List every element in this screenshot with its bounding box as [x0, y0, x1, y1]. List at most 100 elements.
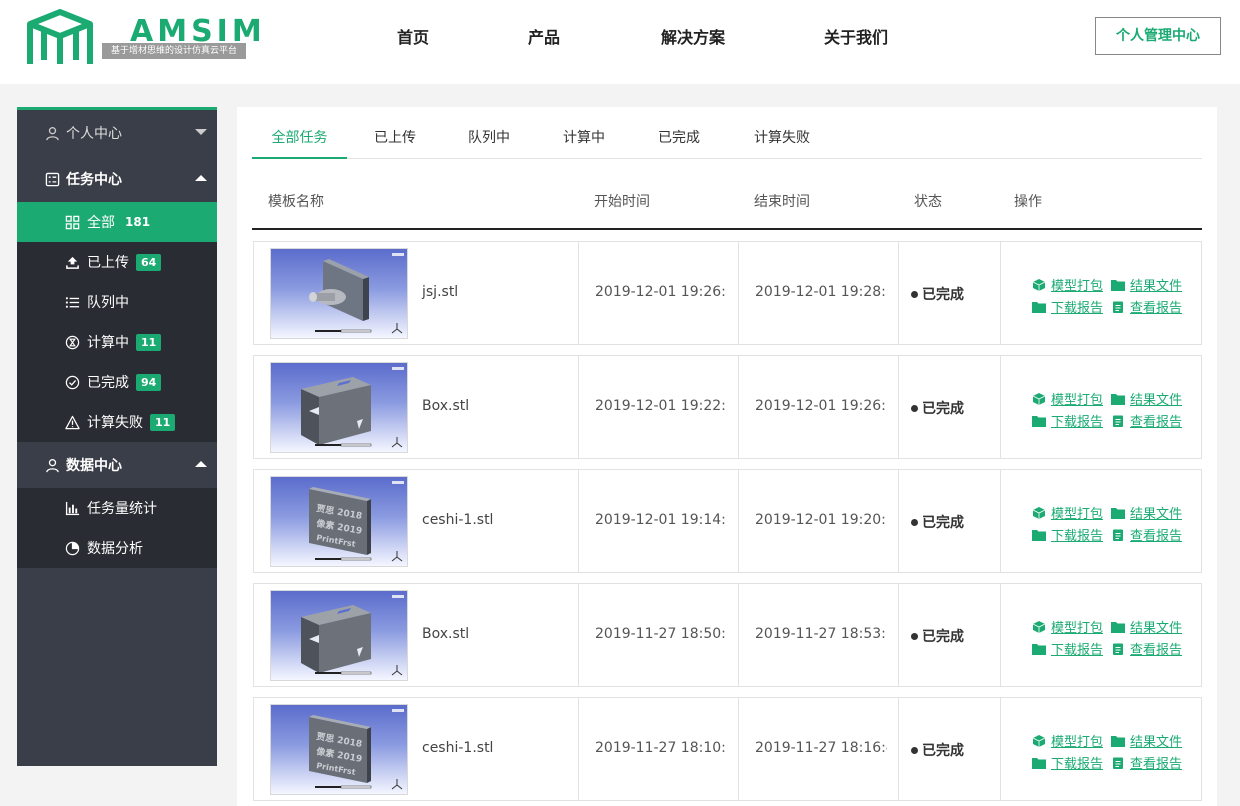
table-row: Box.stl 2019-11-27 18:50:12 2019-11-27 1…	[253, 583, 1202, 687]
sidebar-item-computing[interactable]: 计算中 11	[17, 322, 217, 362]
model-thumbnail[interactable]	[270, 362, 408, 453]
tab-queued[interactable]: 队列中	[456, 122, 522, 159]
sidebar-group-personal[interactable]: 个人中心	[17, 110, 217, 156]
tab-computing[interactable]: 计算中	[551, 122, 617, 159]
tab-failed[interactable]: 计算失败	[742, 122, 822, 159]
sidebar-group-label: 任务中心	[66, 172, 122, 188]
folder-icon	[1032, 643, 1046, 655]
nav-solutions[interactable]: 解决方案	[661, 24, 725, 48]
model-pack-link[interactable]: 模型打包	[1032, 389, 1103, 408]
download-report-link[interactable]: 下载报告	[1032, 753, 1103, 772]
model-pack-link[interactable]: 模型打包	[1032, 503, 1103, 522]
status-text: 已完成	[922, 743, 964, 759]
result-files-link[interactable]: 结果文件	[1111, 275, 1182, 294]
download-report-link[interactable]: 下载报告	[1032, 411, 1103, 430]
view-report-link[interactable]: 查看报告	[1111, 411, 1182, 430]
end-time: 2019-12-01 19:28:…	[755, 284, 887, 300]
table-row: Box.stl 2019-12-01 19:22:… 2019-12-01 19…	[253, 355, 1202, 459]
sidebar-item-data-analysis[interactable]: 数据分析	[17, 528, 217, 568]
template-name: ceshi-1.stl	[422, 740, 494, 756]
model-preview-image	[301, 595, 404, 676]
view-report-link[interactable]: 查看报告	[1111, 297, 1182, 316]
actions-cell: 模型打包 结果文件 下载报告 查看报告	[1000, 698, 1202, 800]
folder-icon	[1032, 301, 1046, 313]
sidebar-item-uploaded[interactable]: 已上传 64	[17, 242, 217, 282]
brand-subtitle: 基于增材思维的设计仿真云平台	[102, 43, 246, 59]
status-cell: 已完成	[898, 470, 1000, 572]
clipboard-icon	[1113, 643, 1123, 655]
folder-icon	[1111, 735, 1125, 747]
sidebar-item-completed[interactable]: 已完成 94	[17, 362, 217, 402]
folder-icon	[1111, 393, 1125, 405]
model-preview-image: 贾思 2018像素 2019PrintFrst	[309, 481, 404, 562]
personal-management-button[interactable]: 个人管理中心	[1095, 17, 1221, 55]
chevron-down-icon	[195, 129, 207, 135]
result-files-link[interactable]: 结果文件	[1111, 503, 1182, 522]
user-icon	[44, 125, 60, 141]
tab-uploaded[interactable]: 已上传	[362, 122, 428, 159]
start-time-cell: 2019-12-01 19:22:…	[578, 356, 738, 458]
actions-cell: 模型打包 结果文件 下载报告 查看报告	[1000, 356, 1202, 458]
chevron-up-icon	[195, 461, 207, 467]
start-time-cell: 2019-12-01 19:14:…	[578, 470, 738, 572]
sidebar-item-label: 已上传	[87, 255, 129, 271]
count-badge: 11	[136, 333, 162, 351]
model-thumbnail[interactable]: 贾思 2018 像素 2019 PrintFrst	[270, 704, 408, 795]
actions-cell: 模型打包 结果文件 下载报告 查看报告	[1000, 470, 1202, 572]
sidebar-item-all[interactable]: 全部 181	[17, 202, 217, 242]
result-files-link[interactable]: 结果文件	[1111, 731, 1182, 750]
status-badge: 已完成	[911, 740, 964, 760]
sidebar-item-label: 数据分析	[87, 541, 143, 557]
start-time: 2019-12-01 19:26:…	[595, 284, 727, 300]
hourglass-icon	[64, 334, 80, 350]
nav-about[interactable]: 关于我们	[824, 24, 888, 48]
status-badge: 已完成	[911, 626, 964, 646]
cube-icon	[1032, 620, 1046, 633]
start-time-cell: 2019-11-27 18:50:12	[578, 584, 738, 686]
view-report-link[interactable]: 查看报告	[1111, 753, 1182, 772]
status-tabs: 全部任务 已上传 队列中 计算中 已完成 计算失败	[252, 122, 1202, 159]
nav-products[interactable]: 产品	[528, 24, 560, 48]
table-row: 贾思 2018 像素 2019 PrintFrst ceshi-1.stl 2019…	[253, 697, 1202, 801]
status-dot-icon	[911, 404, 918, 412]
model-pack-link[interactable]: 模型打包	[1032, 617, 1103, 636]
grid-icon	[64, 214, 80, 230]
sidebar-item-task-stats[interactable]: 任务量统计	[17, 488, 217, 528]
model-thumbnail[interactable]: 贾思 2018 像素 2019 PrintFrst	[270, 476, 408, 567]
download-report-link[interactable]: 下载报告	[1032, 639, 1103, 658]
model-thumbnail[interactable]	[270, 248, 408, 339]
top-header: AMSIM 基于增材思维的设计仿真云平台 首页 产品 解决方案 关于我们 个人管…	[0, 0, 1240, 84]
sidebar-group-data[interactable]: 数据中心	[17, 442, 217, 488]
status-text: 已完成	[922, 401, 964, 417]
model-preview-image: 贾思 2018像素 2019PrintFrst	[309, 709, 404, 790]
model-pack-link[interactable]: 模型打包	[1032, 731, 1103, 750]
status-cell: 已完成	[898, 242, 1000, 344]
table-row: 贾思 2018 像素 2019 PrintFrst ceshi-1.stl 2019…	[253, 469, 1202, 573]
sidebar-group-task[interactable]: 任务中心	[17, 156, 217, 202]
end-time: 2019-12-01 19:26:…	[755, 398, 887, 414]
view-report-link[interactable]: 查看报告	[1111, 525, 1182, 544]
nav-home[interactable]: 首页	[397, 24, 429, 48]
brand-logo[interactable]: AMSIM 基于增材思维的设计仿真云平台	[26, 8, 262, 68]
view-report-link[interactable]: 查看报告	[1111, 639, 1182, 658]
sidebar-group-label: 个人中心	[66, 126, 122, 142]
task-icon	[44, 171, 60, 187]
sidebar-item-queued[interactable]: 队列中	[17, 282, 217, 322]
task-panel: 全部任务 已上传 队列中 计算中 已完成 计算失败 模板名称 开始时间 结束时间…	[237, 107, 1217, 806]
sidebar-item-failed[interactable]: 计算失败 11	[17, 402, 217, 442]
user-icon	[44, 457, 60, 473]
result-files-link[interactable]: 结果文件	[1111, 389, 1182, 408]
result-files-link[interactable]: 结果文件	[1111, 617, 1182, 636]
folder-icon	[1032, 529, 1046, 541]
start-time: 2019-12-01 19:14:…	[595, 512, 727, 528]
table-row: jsj.stl 2019-12-01 19:26:… 2019-12-01 19…	[253, 241, 1202, 345]
model-pack-link[interactable]: 模型打包	[1032, 275, 1103, 294]
tab-all-tasks[interactable]: 全部任务	[252, 122, 347, 159]
download-report-link[interactable]: 下载报告	[1032, 297, 1103, 316]
clipboard-icon	[1113, 529, 1123, 541]
start-time: 2019-12-01 19:22:…	[595, 398, 727, 414]
model-thumbnail[interactable]	[270, 590, 408, 681]
tab-completed[interactable]: 已完成	[646, 122, 712, 159]
model-preview-image	[301, 367, 404, 448]
download-report-link[interactable]: 下载报告	[1032, 525, 1103, 544]
